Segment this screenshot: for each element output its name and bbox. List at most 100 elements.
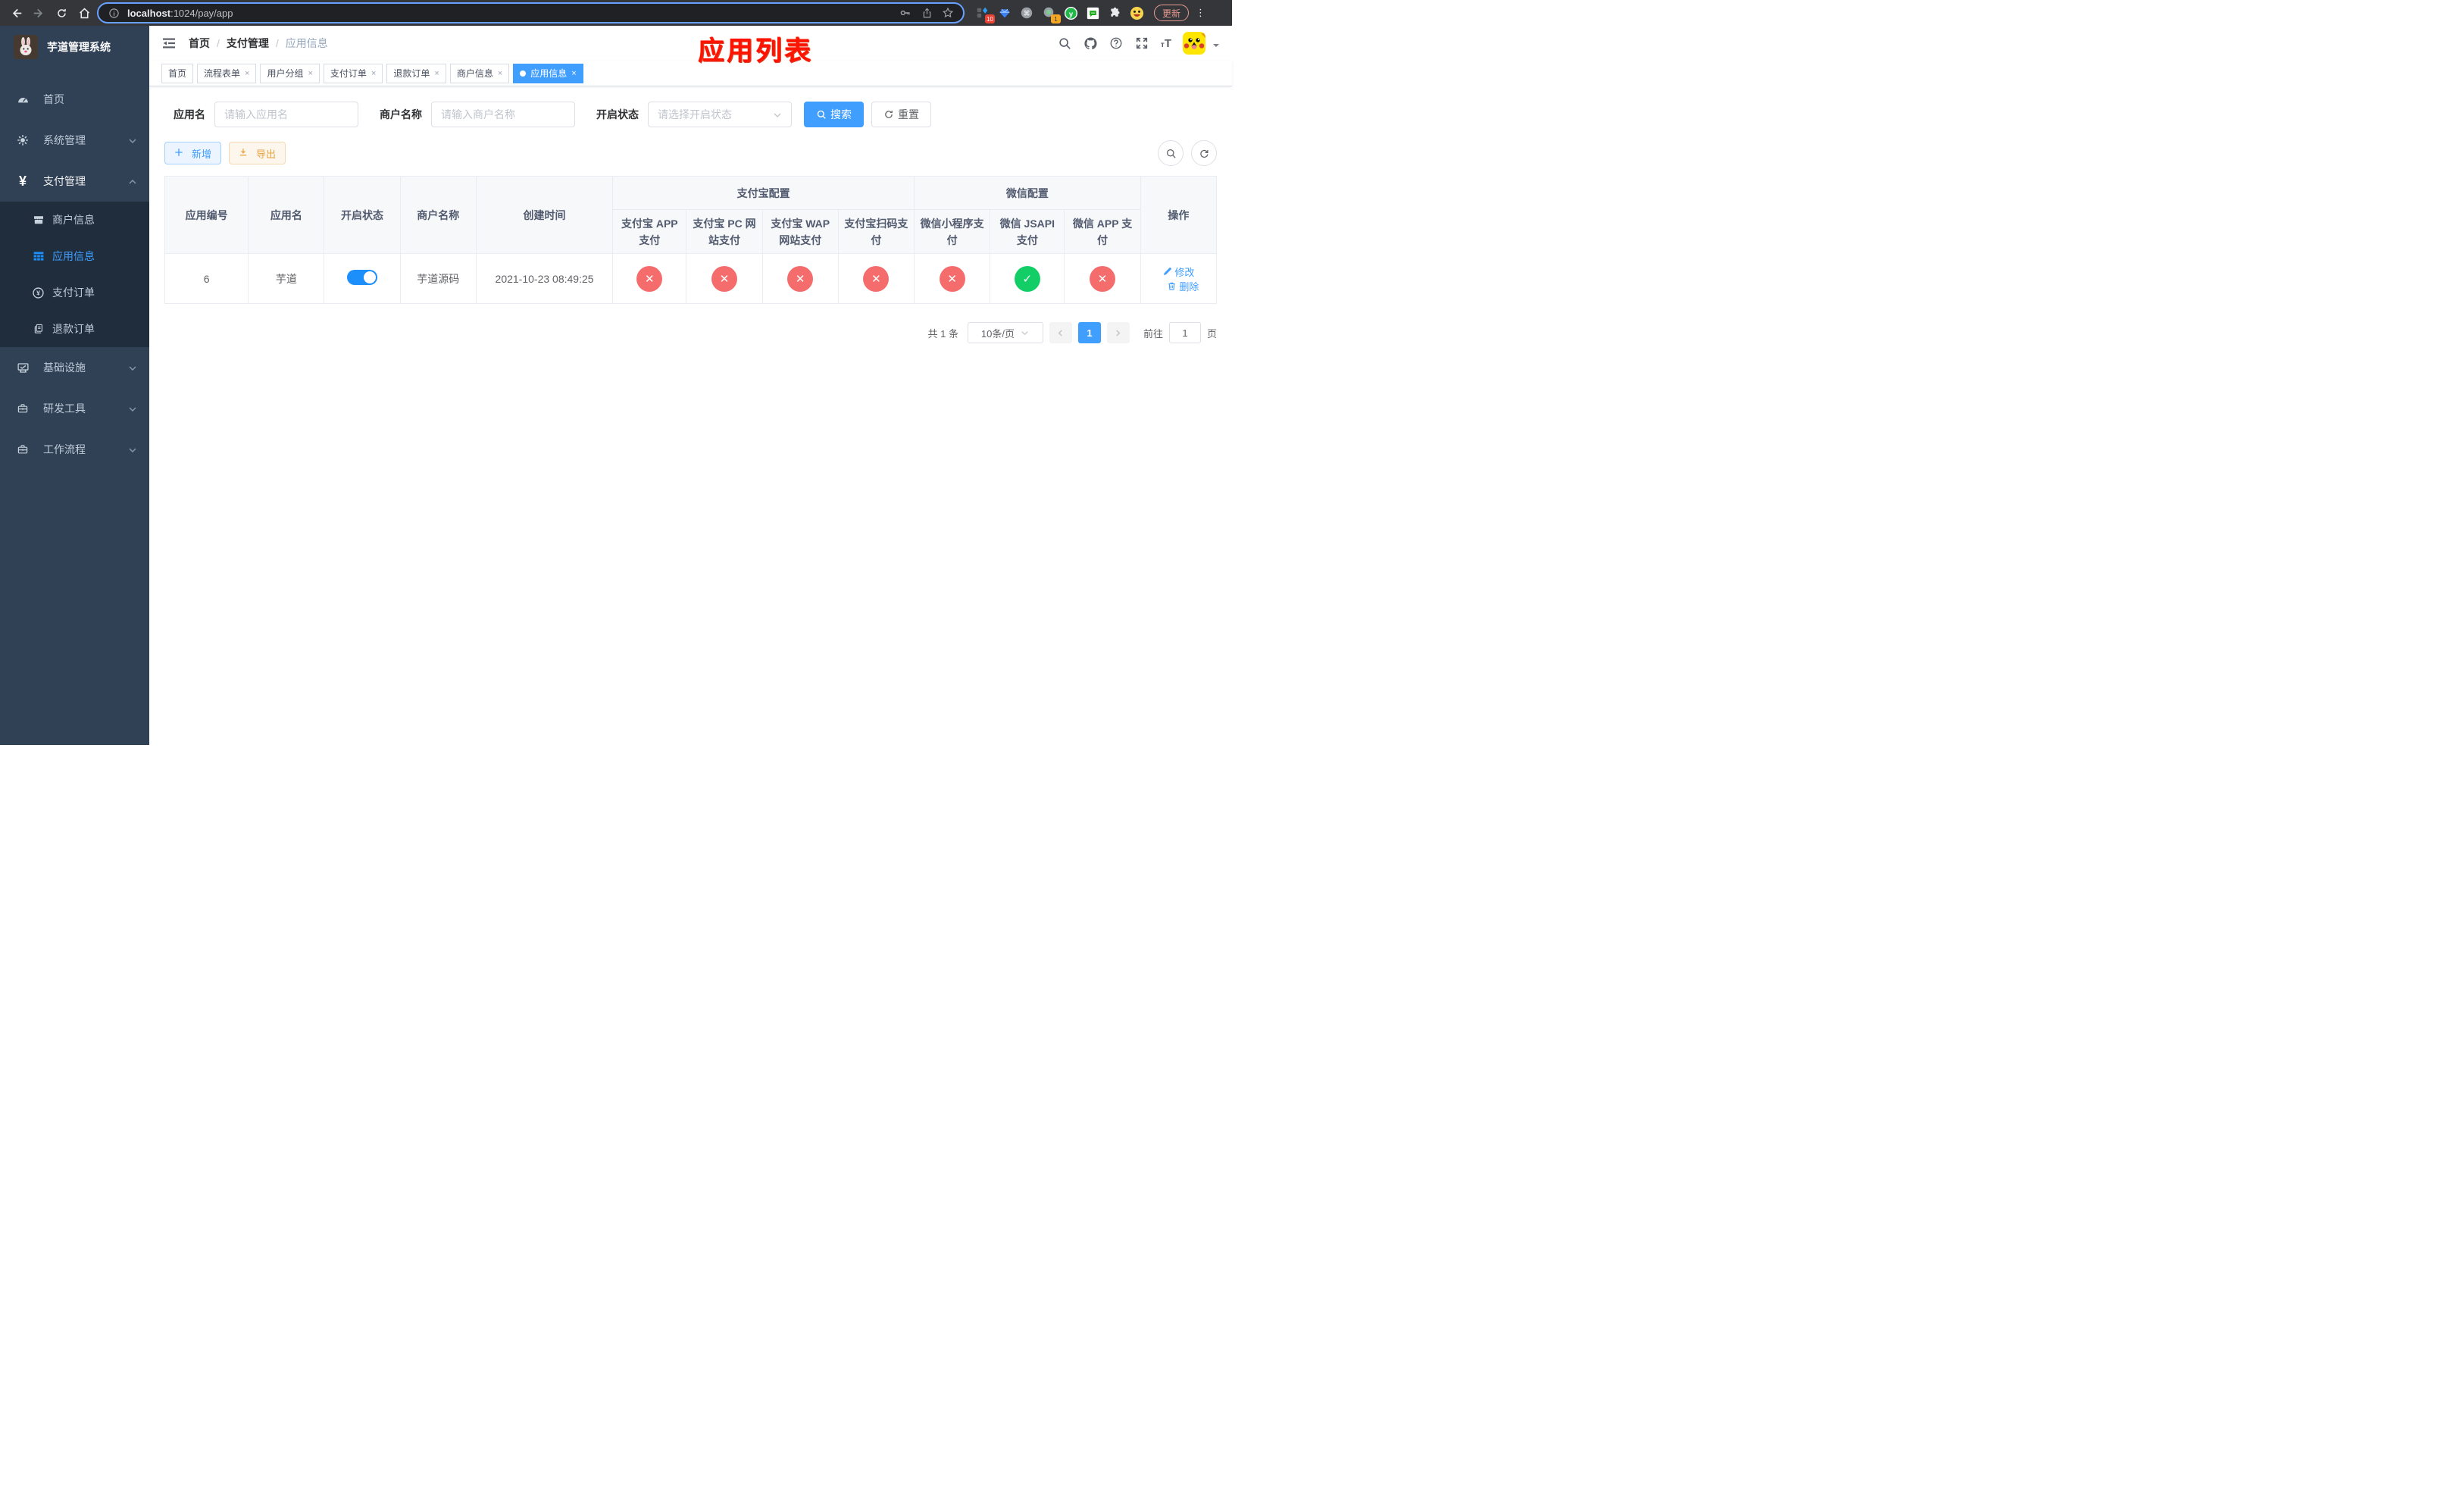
table-tools [1158, 140, 1217, 166]
col-created: 创建时间 [475, 176, 614, 254]
github-icon[interactable] [1083, 36, 1098, 51]
page-unit-label: 页 [1206, 327, 1217, 340]
page-size-select[interactable]: 10条/页 [967, 322, 1043, 343]
extension-diamond-icon[interactable]: 10 [975, 5, 995, 23]
forward-icon[interactable] [29, 3, 48, 23]
sidebar-item-app-info[interactable]: 应用信息 [0, 238, 149, 274]
sidebar-item-home[interactable]: 首页 [0, 79, 149, 120]
tab-process-form[interactable]: 流程表单 × [197, 63, 257, 83]
close-icon[interactable]: × [434, 69, 439, 78]
download-icon [239, 148, 249, 158]
home-icon[interactable] [74, 3, 94, 23]
breadcrumb: 首页 / 支付管理 / 应用信息 [189, 36, 328, 51]
tab-refund-order[interactable]: 退款订单 × [386, 63, 446, 83]
extension-gem-icon[interactable] [997, 5, 1012, 20]
merchant-name-input[interactable] [431, 102, 575, 127]
browser-menu-icon[interactable]: ⋮ [1196, 7, 1205, 19]
col-status: 开启状态 [324, 176, 401, 254]
tab-pay-order[interactable]: 支付订单 × [323, 63, 383, 83]
sidebar-item-refund-order[interactable]: 退款订单 [0, 311, 149, 347]
breadcrumb-payment[interactable]: 支付管理 [227, 36, 269, 51]
col-alipay-app: 支付宝 APP 支付 [612, 209, 687, 254]
extensions-puzzle-icon[interactable] [1107, 5, 1122, 20]
sidebar-collapse-icon[interactable] [161, 36, 177, 51]
col-wx-app: 微信 APP 支付 [1064, 209, 1141, 254]
payment-submenu: 商户信息 应用信息 ¥ 支付订单 退款订单 [0, 202, 149, 347]
delete-link[interactable]: 删除 [1167, 279, 1199, 293]
col-group-alipay: 支付宝配置 [612, 176, 915, 210]
sidebar-item-workflow[interactable]: 工作流程 [0, 429, 149, 470]
tab-user-group[interactable]: 用户分组 × [260, 63, 320, 83]
sidebar-item-pay-order[interactable]: ¥ 支付订单 [0, 274, 149, 311]
avatar-caret-icon[interactable] [1212, 39, 1220, 47]
user-avatar[interactable] [1183, 32, 1205, 55]
col-group-wechat: 微信配置 [914, 176, 1141, 210]
extension-chat-icon[interactable] [1085, 5, 1100, 20]
bookmark-star-icon[interactable] [940, 5, 955, 20]
goto-page-input[interactable] [1168, 322, 1201, 343]
export-button[interactable]: 导出 [229, 142, 286, 164]
password-key-icon[interactable] [898, 5, 913, 20]
close-icon[interactable]: × [308, 69, 312, 78]
extension-command-icon[interactable]: ⌘ [1019, 5, 1034, 20]
cell-alipay-wap: ✕ [761, 253, 839, 304]
table-toolbar: 新增 导出 [164, 140, 1217, 166]
refund-doc-icon [32, 323, 45, 336]
sidebar-item-system[interactable]: 系统管理 [0, 120, 149, 161]
pencil-icon [1164, 267, 1172, 275]
back-icon[interactable] [6, 3, 26, 23]
tab-app-info[interactable]: 应用信息 × [513, 63, 583, 83]
status-label: 开启状态 [596, 108, 639, 121]
share-icon[interactable] [919, 5, 934, 20]
add-button[interactable]: 新增 [164, 142, 222, 164]
refresh-table-button[interactable] [1191, 140, 1217, 166]
sidebar-item-infrastructure[interactable]: 基础设施 [0, 347, 149, 388]
tab-merchant-info[interactable]: 商户信息 × [449, 63, 510, 83]
next-page-button[interactable] [1106, 322, 1130, 343]
status-select[interactable]: 请选择开启状态 [648, 102, 792, 127]
extension-yudao-icon[interactable]: y [1063, 5, 1078, 20]
sidebar-logo[interactable]: 芋道管理系统 [0, 26, 149, 68]
sidebar-item-dev-tools[interactable]: 研发工具 [0, 388, 149, 429]
close-icon[interactable]: × [371, 69, 376, 78]
navbar-actions: тT [1058, 32, 1220, 55]
extension-badge: 1 [1051, 14, 1061, 23]
close-icon[interactable]: × [498, 69, 502, 78]
edit-link[interactable]: 修改 [1162, 265, 1194, 279]
col-wx-mini: 微信小程序支付 [914, 209, 991, 254]
application-window: localhost:1024/pay/app 10 ⌘ 1 y 更新 ⋮ 芋道管… [0, 0, 1232, 745]
plus-icon [174, 148, 185, 158]
page-number-current[interactable]: 1 [1077, 322, 1101, 343]
search-button[interactable]: 搜索 [804, 102, 864, 127]
close-icon[interactable]: × [571, 69, 576, 78]
url-text[interactable]: localhost:1024/pay/app [127, 8, 233, 19]
cell-app-id: 6 [164, 253, 249, 304]
sidebar-item-payment[interactable]: ¥ 支付管理 [0, 161, 149, 202]
help-icon[interactable] [1109, 36, 1124, 51]
page-annotation-title: 应用列表 [698, 36, 814, 66]
search-icon[interactable] [1058, 36, 1072, 51]
extension-green-dot-icon[interactable]: 1 [1041, 5, 1061, 23]
status-cross-icon: ✕ [787, 265, 814, 292]
sidebar-item-merchant-info[interactable]: 商户信息 [0, 202, 149, 238]
toolbox-icon [16, 402, 30, 415]
font-size-icon[interactable]: тT [1161, 37, 1171, 50]
close-icon[interactable]: × [245, 69, 249, 78]
app-name-label: 应用名 [174, 108, 205, 121]
reset-button[interactable]: 重置 [871, 102, 931, 127]
tab-home[interactable]: 首页 [161, 63, 194, 83]
browser-update-button[interactable]: 更新 [1154, 5, 1190, 21]
enabled-toggle[interactable] [347, 270, 378, 285]
app-name-input[interactable] [214, 102, 358, 127]
reload-icon[interactable] [52, 3, 71, 23]
prev-page-button[interactable] [1049, 322, 1072, 343]
svg-text:y: y [1068, 10, 1073, 18]
profile-avatar-emoji[interactable] [1129, 5, 1144, 20]
svg-text:⌘: ⌘ [1024, 10, 1030, 17]
site-info-icon[interactable] [106, 5, 121, 20]
show-search-toggle-button[interactable] [1158, 140, 1184, 166]
breadcrumb-home[interactable]: 首页 [189, 36, 210, 51]
breadcrumb-separator: / [275, 37, 279, 49]
fullscreen-icon[interactable] [1135, 36, 1149, 51]
address-bar[interactable]: localhost:1024/pay/app [97, 2, 965, 23]
